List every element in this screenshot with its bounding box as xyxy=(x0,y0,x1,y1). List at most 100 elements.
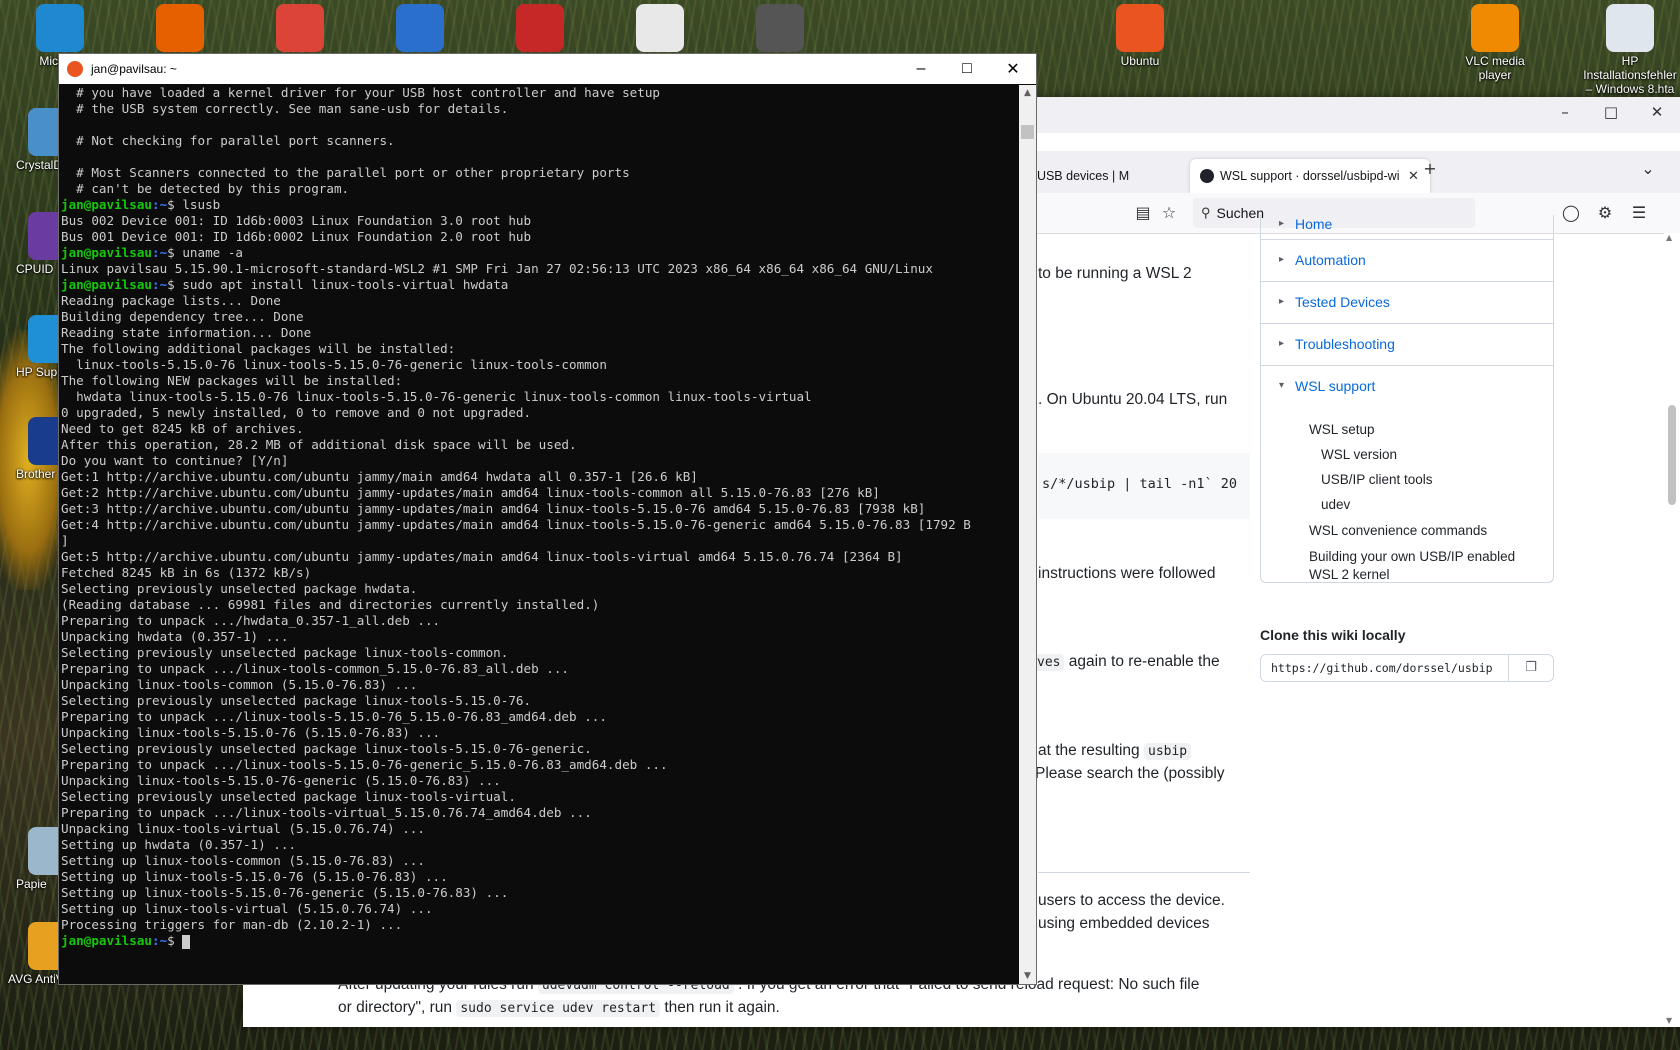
divider xyxy=(1038,872,1250,873)
terminal-scrollbar[interactable]: ▲ ▼ xyxy=(1019,85,1036,984)
terminal-line: hwdata linux-tools-5.15.0-76 linux-tools… xyxy=(61,389,1018,405)
github-icon xyxy=(1200,169,1214,183)
terminal-text: Linux pavilsau 5.15.90.1-microsoft-stand… xyxy=(61,261,933,276)
prompt-path: :~ xyxy=(152,197,168,212)
terminal-line: Preparing to unpack .../linux-tools-virt… xyxy=(61,805,1018,821)
terminal-text: The following additional packages will b… xyxy=(61,341,456,356)
prompt-user: jan@pavilsau xyxy=(61,245,152,260)
wiki-item-automation[interactable]: ▸ Automation xyxy=(1261,239,1553,282)
desktop-icon[interactable]: Ubuntu xyxy=(1100,4,1180,68)
terminal-window: jan@pavilsau: ~ – □ ✕ # you have loaded … xyxy=(58,53,1037,985)
desktop-icon[interactable]: VLC media player xyxy=(1455,4,1535,82)
terminal-line: Get:3 http://archive.ubuntu.com/ubuntu j… xyxy=(61,501,1018,517)
prompt-user: jan@pavilsau xyxy=(61,197,152,212)
terminal-line: Linux pavilsau 5.15.90.1-microsoft-stand… xyxy=(61,261,1018,277)
terminal-text: Preparing to unpack .../linux-tools-virt… xyxy=(61,805,592,820)
wiki-sub-building-kernel[interactable]: Building your own USB/IP enabled xyxy=(1309,549,1515,564)
terminal-text: Get:5 http://archive.ubuntu.com/ubuntu j… xyxy=(61,549,903,564)
terminal-text: Unpacking hwdata (0.357-1) ... xyxy=(61,629,289,644)
thunderbird-icon xyxy=(396,4,444,52)
clone-heading: Clone this wiki locally xyxy=(1260,627,1406,643)
terminal-output[interactable]: # you have loaded a kernel driver for yo… xyxy=(61,85,1018,984)
extensions-icon[interactable]: ⚙ xyxy=(1593,201,1617,225)
pocket-icon[interactable]: ◯ xyxy=(1559,201,1583,225)
scroll-up-arrow-icon[interactable]: ▲ xyxy=(1666,233,1672,242)
terminal-text: Reading state information... Done xyxy=(61,325,312,340)
terminal-prompt-line: jan@pavilsau:~$ sudo apt install linux-t… xyxy=(61,277,1018,293)
prompt-user: jan@pavilsau xyxy=(61,933,152,948)
page-text-line: instructions were followed xyxy=(1038,565,1216,582)
desktop-icon[interactable] xyxy=(620,4,700,54)
wiki-pages-box: ▸ Home ▸ Automation ▸ Tested Devices ▸ T… xyxy=(1260,215,1554,583)
code-inline: sudo service udev restart xyxy=(456,1000,661,1017)
vlc-icon xyxy=(1471,4,1519,52)
terminal-text: Get:3 http://archive.ubuntu.com/ubuntu j… xyxy=(61,501,926,516)
code-inline: usbip xyxy=(1144,743,1192,760)
edge-icon xyxy=(36,4,84,52)
terminal-line: Processing triggers for man-db (2.10.2-1… xyxy=(61,917,1018,933)
terminal-line: Unpacking linux-tools-common (5.15.0-76.… xyxy=(61,677,1018,693)
tool-icon xyxy=(756,4,804,52)
browser-minimize-button[interactable]: – xyxy=(1542,97,1588,127)
terminal-text: ] xyxy=(61,533,69,548)
scrollbar-thumb[interactable] xyxy=(1668,405,1676,505)
terminal-line: Get:5 http://archive.ubuntu.com/ubuntu j… xyxy=(61,549,1018,565)
terminal-line: # Not checking for parallel port scanner… xyxy=(61,133,1018,149)
desktop-icon[interactable]: HP Installationsfehler – Windows 8.hta xyxy=(1580,4,1680,96)
page-text-line: . On Ubuntu 20.04 LTS, run xyxy=(1038,391,1228,408)
bookmark-star-icon[interactable]: ☆ xyxy=(1157,201,1181,225)
terminal-titlebar[interactable]: jan@pavilsau: ~ – □ ✕ xyxy=(59,54,1036,84)
desktop-icon-label: Ubuntu xyxy=(1120,54,1160,68)
menu-hamburger-icon[interactable]: ☰ xyxy=(1627,201,1651,225)
wiki-sub-wsl-version[interactable]: WSL version xyxy=(1321,447,1397,462)
terminal-text: # you have loaded a kernel driver for yo… xyxy=(61,85,660,100)
desktop-icon[interactable] xyxy=(500,4,580,54)
clone-url-field[interactable]: https://github.com/dorssel/usbip ❐ xyxy=(1260,654,1554,682)
wiki-sub-wsl-setup[interactable]: WSL setup xyxy=(1309,422,1375,437)
wiki-item-home[interactable]: ▸ Home xyxy=(1261,209,1553,240)
browser-close-button[interactable]: ✕ xyxy=(1634,97,1680,127)
scroll-down-arrow-icon[interactable]: ▼ xyxy=(1666,1016,1672,1025)
wiki-sub-convenience-commands[interactable]: WSL convenience commands xyxy=(1309,523,1487,538)
tab-wsl-support[interactable]: WSL support · dorssel/usbipd-wi ✕ xyxy=(1190,159,1430,193)
terminal-minimize-button[interactable]: – xyxy=(898,54,944,84)
wiki-item-wsl-support[interactable]: ▾ WSL support xyxy=(1261,365,1553,407)
copy-icon[interactable]: ❐ xyxy=(1508,655,1553,681)
reader-view-icon[interactable]: ▤ xyxy=(1131,201,1155,225)
scrollbar-thumb[interactable] xyxy=(1021,125,1034,139)
desktop-icon[interactable] xyxy=(140,4,220,54)
terminal-text: linux-tools-5.15.0-76 linux-tools-5.15.0… xyxy=(61,357,607,372)
terminal-text: $ uname -a xyxy=(167,245,243,260)
desktop-icon[interactable] xyxy=(380,4,460,54)
wiki-item-tested-devices[interactable]: ▸ Tested Devices xyxy=(1261,281,1553,324)
terminal-close-button[interactable]: ✕ xyxy=(990,54,1036,84)
terminal-text: $ lsusb xyxy=(167,197,221,212)
wiki-sub-udev[interactable]: udev xyxy=(1321,497,1350,512)
ubuntu-icon xyxy=(1116,4,1164,52)
terminal-line: 0 upgraded, 5 newly installed, 0 to remo… xyxy=(61,405,1018,421)
terminal-text: Setting up linux-tools-5.15.0-76-generic… xyxy=(61,885,509,900)
scroll-down-arrow-icon[interactable]: ▼ xyxy=(1019,968,1036,984)
terminal-line: # the USB system correctly. See man sane… xyxy=(61,101,1018,117)
terminal-text: hwdata linux-tools-5.15.0-76 linux-tools… xyxy=(61,389,812,404)
wiki-sub-usbip-client-tools[interactable]: USB/IP client tools xyxy=(1321,472,1433,487)
tab-list-chevron-icon[interactable]: ⌄ xyxy=(1636,157,1660,181)
code-block: s/*/usbip | tail -n1` 20 xyxy=(1038,453,1250,519)
search-placeholder: Suchen xyxy=(1216,205,1265,221)
browser-scrollbar[interactable]: ▲ ▼ xyxy=(1664,233,1680,1027)
wiki-item-troubleshooting[interactable]: ▸ Troubleshooting xyxy=(1261,323,1553,366)
caret-right-icon: ▸ xyxy=(1279,254,1285,265)
terminal-line: Selecting previously unselected package … xyxy=(61,581,1018,597)
terminal-line: Get:4 http://archive.ubuntu.com/ubuntu j… xyxy=(61,517,1018,533)
scroll-up-arrow-icon[interactable]: ▲ xyxy=(1019,85,1036,101)
desktop-icon[interactable] xyxy=(740,4,820,54)
terminal-maximize-button[interactable]: □ xyxy=(944,54,990,84)
terminal-text: Fetched 8245 kB in 6s (1372 kB/s) xyxy=(61,565,312,580)
browser-maximize-button[interactable]: □ xyxy=(1588,97,1634,127)
new-tab-plus-icon[interactable]: + xyxy=(1418,157,1442,181)
terminal-line: Setting up hwdata (0.357-1) ... xyxy=(61,837,1018,853)
wiki-sub-building-kernel-cont[interactable]: WSL 2 kernel xyxy=(1309,567,1390,582)
desktop-icon[interactable] xyxy=(260,4,340,54)
